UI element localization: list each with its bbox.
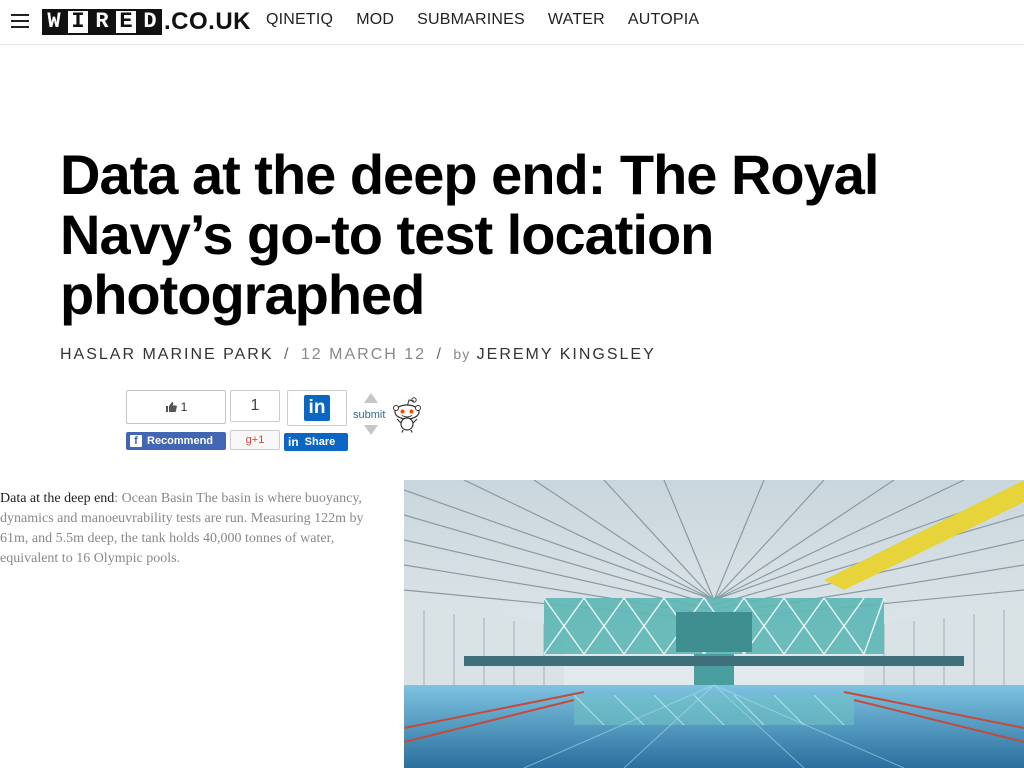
nav-link-submarines[interactable]: SUBMARINES [417, 11, 525, 29]
thumbs-up-icon [165, 402, 177, 412]
google-plus-button[interactable]: g+1 [230, 430, 280, 450]
facebook-count: 1 [180, 400, 188, 414]
topic-links: QINETIQ MOD SUBMARINES WATER AUTOPIA [266, 11, 722, 29]
caption-lead: Data at the deep end [0, 491, 115, 506]
article-meta: HASLAR MARINE PARK / 12 MARCH 12 / by JE… [60, 346, 656, 364]
ocean-basin-photo [404, 480, 1024, 768]
logo-letter: E [114, 9, 138, 35]
facebook-icon: f [130, 435, 142, 447]
downvote-icon[interactable] [364, 425, 378, 435]
facebook-recommend-label: Recommend [147, 435, 214, 447]
logo-letter: I [66, 9, 90, 35]
linkedin-count-box: in [287, 390, 347, 426]
logo-letter: R [90, 9, 114, 35]
category-link[interactable]: HASLAR MARINE PARK [60, 346, 274, 363]
nav-link-qinetiq[interactable]: QINETIQ [266, 11, 333, 29]
top-navigation: W I R E D .CO.UK QINETIQ MOD SUBMARINES … [0, 0, 1024, 45]
article-headline: Data at the deep end: The Royal Navy’s g… [60, 143, 880, 326]
linkedin-share-button[interactable]: in Share [284, 433, 348, 451]
meta-separator: / [283, 346, 291, 363]
meta-separator: / [436, 346, 443, 363]
google-plus-count: 1 [230, 390, 280, 422]
byline-label: by [453, 346, 471, 362]
logo-letter: W [42, 9, 66, 35]
linkedin-small-icon: in [288, 435, 299, 449]
nav-link-autopia[interactable]: AUTOPIA [628, 11, 699, 29]
nav-link-water[interactable]: WATER [548, 11, 605, 29]
logo-letter: D [138, 9, 162, 35]
reddit-alien-icon[interactable] [392, 397, 422, 433]
reddit-submit-link[interactable]: submit [353, 409, 385, 421]
wired-logo[interactable]: W I R E D .CO.UK [42, 8, 251, 35]
ocean-basin-illustration [404, 480, 1024, 768]
facebook-recommend-button[interactable]: f Recommend [126, 432, 226, 450]
nav-link-mod[interactable]: MOD [356, 11, 394, 29]
linkedin-icon: in [304, 395, 330, 421]
upvote-icon[interactable] [364, 393, 378, 403]
author-link[interactable]: JEREMY KINGSLEY [477, 346, 656, 363]
reddit-widget: submit [352, 391, 422, 437]
menu-icon[interactable] [11, 14, 29, 28]
facebook-count-box: 1 [126, 390, 226, 424]
logo-domain: .CO.UK [164, 8, 251, 35]
linkedin-share-label: Share [304, 436, 336, 448]
article-date: 12 MARCH 12 [300, 346, 427, 363]
image-caption: Data at the deep end: Ocean Basin The ba… [0, 489, 392, 569]
